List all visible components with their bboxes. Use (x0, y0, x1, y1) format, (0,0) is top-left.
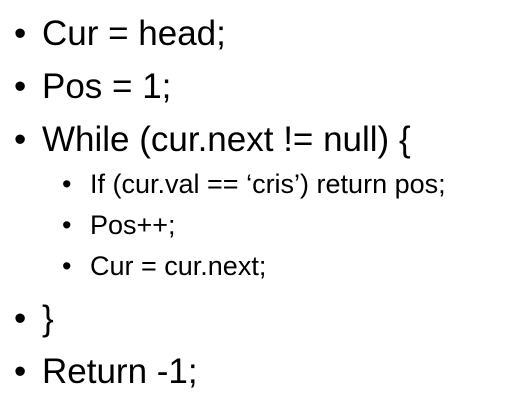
code-line-text: If (cur.val == ‘cris’) return pos; (90, 169, 446, 199)
code-line-text: Cur = head; (42, 14, 226, 53)
bullet-line-pos-init: • Pos = 1; (14, 67, 171, 107)
sub-bullet-line-cur-next: • Cur = cur.next; (62, 250, 266, 282)
bullet-icon: • (14, 14, 27, 53)
bullet-icon: • (14, 299, 27, 338)
code-line-text: Pos = 1; (42, 67, 172, 106)
sub-bullet-line-if: • If (cur.val == ‘cris’) return pos; (62, 168, 446, 200)
bullet-line-while: • While (cur.next != null) { (14, 120, 411, 160)
bullet-icon: • (14, 120, 27, 159)
code-line-text: Cur = cur.next; (90, 251, 267, 281)
bullet-icon: • (62, 251, 72, 281)
bullet-line-close-brace: • } (14, 299, 54, 339)
bullet-icon: • (14, 352, 27, 391)
code-line-text: While (cur.next != null) { (42, 120, 411, 159)
slide-content: • Cur = head; • Pos = 1; • While (cur.ne… (0, 0, 526, 400)
bullet-line-return: • Return -1; (14, 352, 198, 392)
bullet-line-cur-head: • Cur = head; (14, 14, 226, 54)
code-line-text: } (42, 299, 54, 338)
code-line-text: Return -1; (42, 352, 198, 391)
bullet-icon: • (62, 169, 72, 199)
sub-bullet-line-pos-increment: • Pos++; (62, 209, 176, 241)
bullet-icon: • (14, 67, 27, 106)
code-line-text: Pos++; (90, 210, 176, 240)
bullet-icon: • (62, 210, 72, 240)
